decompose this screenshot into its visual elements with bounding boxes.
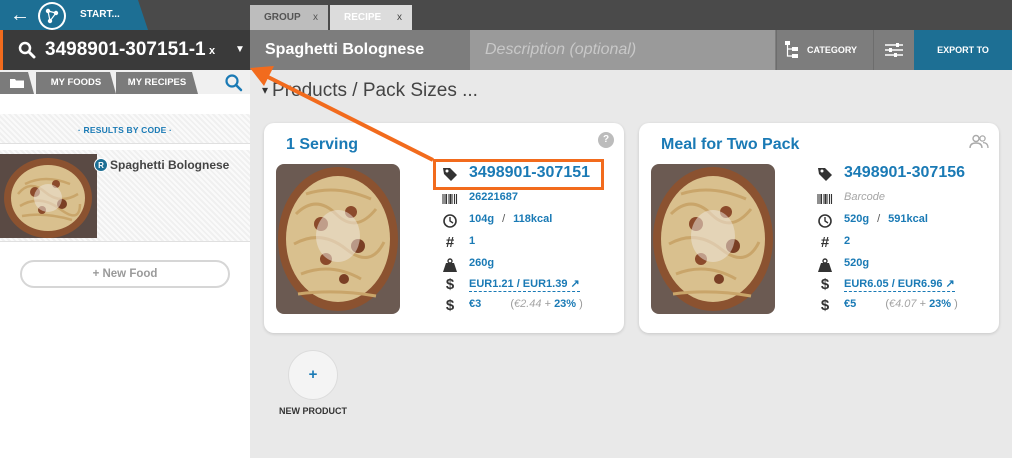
new-product-label[interactable]: NEW PRODUCT	[271, 406, 355, 416]
annotation-arrow-icon	[250, 66, 434, 162]
new-product-button[interactable]: +	[288, 350, 338, 400]
